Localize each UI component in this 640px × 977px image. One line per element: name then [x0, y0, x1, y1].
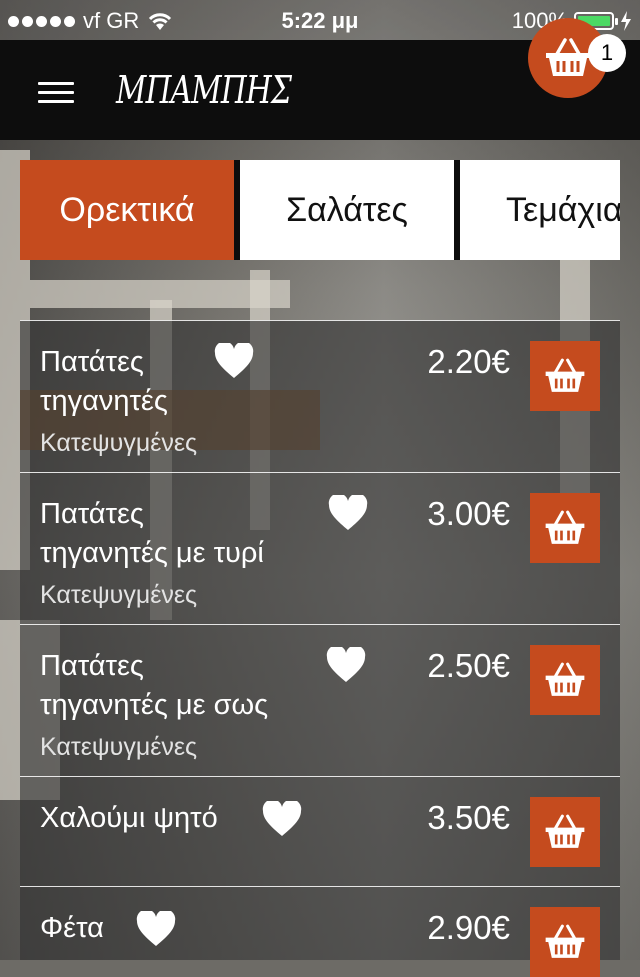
item-price: 3.00€	[427, 495, 510, 532]
tab-salates[interactable]: Σαλάτες	[240, 160, 454, 260]
favorite-heart-icon[interactable]	[328, 495, 368, 531]
favorite-heart-icon[interactable]	[136, 911, 176, 947]
add-to-cart-button[interactable]	[530, 645, 600, 715]
basket-icon	[545, 814, 585, 848]
tab-temaxia[interactable]: Τεμάχια	[460, 160, 620, 260]
item-name-line: τηγανητές με σως	[40, 689, 269, 721]
basket-icon	[545, 358, 585, 392]
item-name: Πατάτες τηγανητές με τυρί	[40, 495, 264, 573]
item-name: Πατάτες τηγανητές	[40, 343, 168, 421]
basket-icon	[545, 510, 585, 544]
basket-icon	[545, 662, 585, 696]
hamburger-icon[interactable]	[38, 82, 74, 103]
item-name-line: τηγανητές με τυρί	[40, 537, 264, 569]
add-to-cart-button[interactable]	[530, 341, 600, 411]
item-price: 2.50€	[427, 647, 510, 684]
basket-icon	[545, 924, 585, 958]
list-item[interactable]: Φέτα 2.90€	[20, 886, 620, 977]
add-to-cart-button[interactable]	[530, 493, 600, 563]
list-item[interactable]: Χαλούμι ψητό 3.50€	[20, 776, 620, 887]
tab-orektika[interactable]: Ορεκτικά	[20, 160, 234, 260]
item-price: 2.90€	[427, 909, 510, 946]
favorite-heart-icon[interactable]	[214, 343, 254, 379]
item-name-line: τηγανητές	[40, 385, 168, 417]
category-tabs: Ορεκτικά Σαλάτες Τεμάχια	[20, 160, 620, 260]
charging-icon	[621, 11, 631, 31]
item-subtitle: Κατεψυγμένες	[40, 733, 198, 761]
add-to-cart-button[interactable]	[530, 907, 600, 977]
favorite-heart-icon[interactable]	[262, 801, 302, 837]
list-item[interactable]: Πατάτες τηγανητές με σως 2.50€ Κατεψυγμέ…	[20, 624, 620, 777]
product-list: Πατάτες τηγανητές 2.20€ Κατεψυγμένες Πατ…	[20, 320, 620, 977]
item-name-line: Χαλούμι ψητό	[40, 802, 218, 834]
chair-rail	[30, 280, 290, 308]
list-item[interactable]: Πατάτες τηγανητές με τυρί 3.00€ Κατεψυγμ…	[20, 472, 620, 625]
item-name: Πατάτες τηγανητές με σως	[40, 647, 268, 725]
favorite-heart-icon[interactable]	[326, 647, 366, 683]
item-subtitle: Κατεψυγμένες	[40, 581, 198, 609]
list-item[interactable]: Πατάτες τηγανητές 2.20€ Κατεψυγμένες	[20, 320, 620, 473]
item-name-line: Πατάτες	[40, 498, 144, 530]
item-name: Φέτα	[40, 909, 104, 948]
cart-count-badge: 1	[588, 34, 626, 72]
basket-icon	[546, 38, 590, 76]
add-to-cart-button[interactable]	[530, 797, 600, 867]
logo: ΜΠΑΜΠΗΣ	[116, 68, 292, 112]
item-name-line: Πατάτες	[40, 650, 144, 682]
item-name-line: Πατάτες	[40, 346, 144, 378]
item-price: 3.50€	[427, 799, 510, 836]
item-subtitle: Κατεψυγμένες	[40, 429, 198, 457]
item-price: 2.20€	[427, 343, 510, 380]
item-name: Χαλούμι ψητό	[40, 799, 218, 838]
item-name-line: Φέτα	[40, 912, 104, 944]
